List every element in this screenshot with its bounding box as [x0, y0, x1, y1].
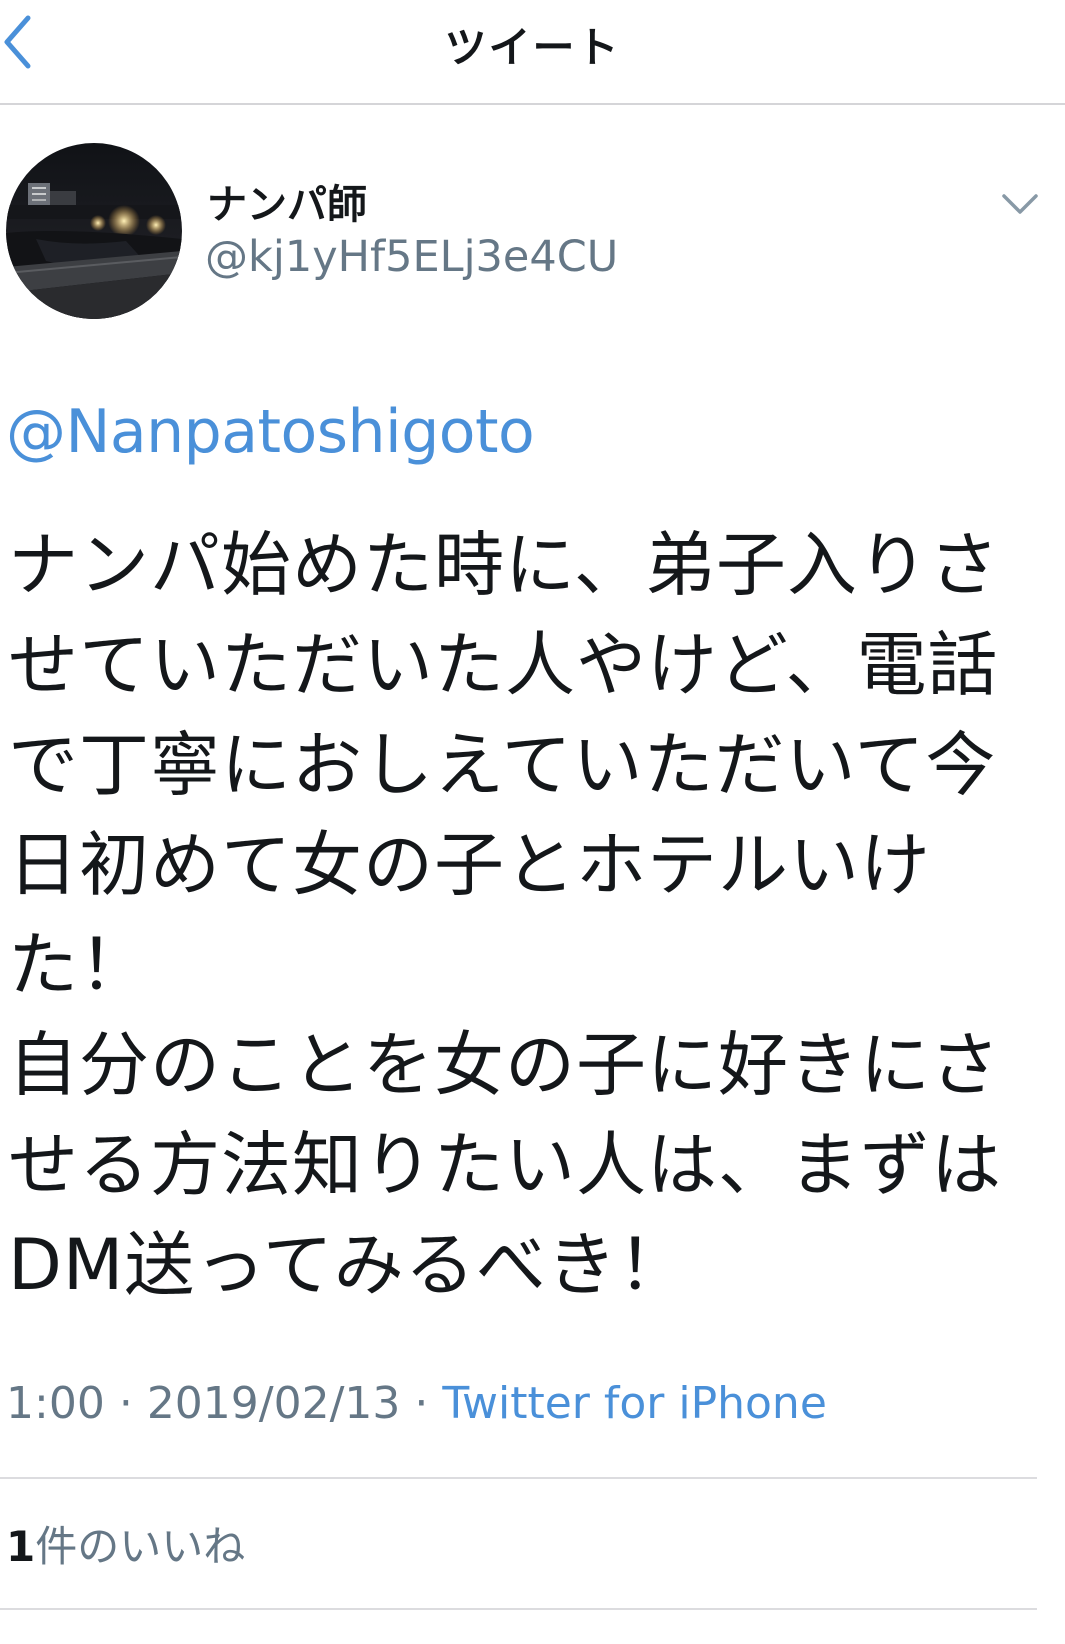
tweet-text-line: 日初めて女の子とホテルいけ — [8, 824, 931, 906]
tweet-menu-button[interactable] — [1000, 190, 1040, 218]
author-handle[interactable]: @kj1yHf5ELj3e4CU — [205, 232, 618, 282]
tweet-text-line: DM送ってみるべき！ — [8, 1224, 689, 1306]
tweet-text: ナンパ始めた時に、弟子入りさ せていただいた人やけど、電話 で丁寧におしえていた… — [8, 515, 1048, 1315]
likes-count: 1 — [6, 1522, 36, 1571]
tweet-date: 2019/02/13 — [146, 1378, 401, 1429]
tweet-time: 1:00 — [6, 1378, 105, 1429]
author-display-name[interactable]: ナンパ師 — [207, 172, 367, 230]
meta-separator: · — [414, 1378, 429, 1429]
tweet-metadata: 1:00 · 2019/02/13 · Twitter for iPhone — [6, 1378, 827, 1429]
tweet-text-line: で丁寧におしえていただいて今 — [8, 724, 997, 806]
tweet-text-line: ナンパ始めた時に、弟子入りさ — [8, 524, 1000, 606]
tweet-text-line: せていただいた人やけど、電話 — [8, 624, 999, 706]
chevron-down-icon — [1002, 194, 1038, 214]
tweet-text-line: 自分のことを女の子に好きにさ — [8, 1024, 1001, 1106]
avatar-image — [6, 143, 182, 319]
reply-mention-link[interactable]: @Nanpatoshigoto — [6, 397, 535, 467]
tweet-text-line: た！ — [8, 924, 150, 1006]
page-title: ツイート — [444, 23, 621, 72]
divider — [0, 1477, 1037, 1479]
likes-link[interactable]: 1件のいいね — [6, 1513, 245, 1574]
tweet-text-line: せる方法知りたい人は、まずは — [8, 1124, 1002, 1206]
avatar[interactable] — [6, 143, 182, 319]
likes-label: 件のいいね — [35, 1522, 246, 1571]
divider — [0, 1608, 1037, 1610]
navigation-bar: ツイート — [0, 0, 1065, 105]
meta-separator: · — [118, 1378, 133, 1429]
tweet-source-link[interactable]: Twitter for iPhone — [442, 1378, 826, 1429]
